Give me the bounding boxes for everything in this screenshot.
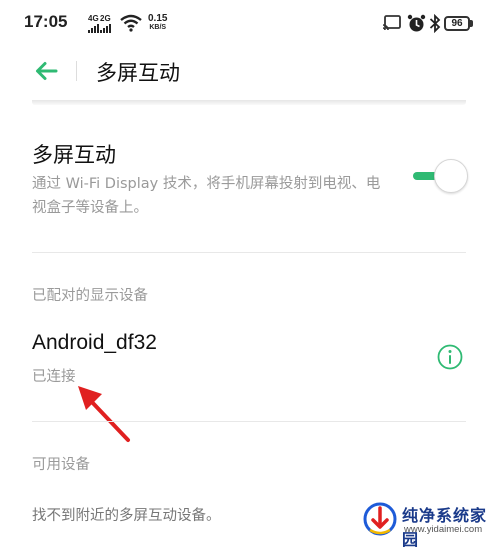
header-shadow [32,100,466,105]
watermark: 纯净系统家园 www.yidaimei.com [360,492,500,549]
net-speed-unit: KB/S [149,24,167,31]
wifi-icon [120,14,142,32]
toggle-knob [434,159,468,193]
device-status: 已连接 [32,369,76,385]
screen-cast-icon [382,15,401,31]
net-speed: 0.15 KB/S [148,14,167,32]
info-icon[interactable] [436,343,464,371]
watermark-logo-icon [363,502,397,536]
device-name: Android_df32 [32,331,157,354]
signal-2g-label: 2G [100,14,111,23]
setting-title: 多屏互动 [32,143,116,167]
no-devices-message: 找不到附近的多屏互动设备。 [32,508,221,524]
signal-bars-icon [100,24,111,33]
net-speed-value: 0.15 [148,13,168,24]
app-header: 多屏互动 [0,46,500,98]
alarm-clock-icon [407,14,426,32]
status-time: 17:05 [24,12,68,31]
divider [32,421,466,422]
divider [32,252,466,253]
page-title: 多屏互动 [96,61,180,85]
bluetooth-icon [429,14,441,33]
battery-tip [470,20,473,27]
watermark-url: www.yidaimei.com [404,524,483,535]
header-divider [76,61,77,81]
back-arrow-icon[interactable] [32,57,60,85]
annotation-arrow [78,386,130,442]
setting-description: 通过 Wi-Fi Display 技术，将手机屏幕投射到电视、电视盒子等设备上。 [32,176,381,216]
signal-4g-label: 4G [88,14,99,23]
signal-bars-icon [88,24,99,33]
status-bar: 17:05 4G 2G 0.15 KB/S 96 [0,0,500,46]
multiscreen-toggle[interactable] [410,159,468,193]
battery-indicator: 96 [444,16,470,31]
available-devices-header: 可用设备 [32,457,90,473]
paired-devices-header: 已配对的显示设备 [32,288,148,304]
